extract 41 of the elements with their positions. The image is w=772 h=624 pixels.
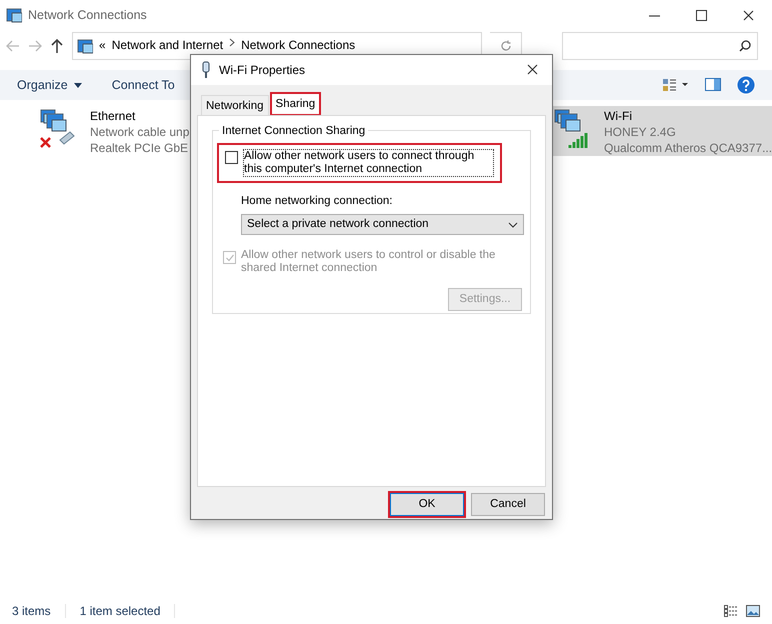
view-options-icon[interactable] [663, 78, 689, 92]
item-count: 3 items [12, 603, 51, 620]
refresh-icon [500, 40, 512, 52]
wifi-properties-icon [201, 61, 211, 79]
breadcrumb-overflow[interactable]: « [99, 38, 106, 52]
tab[interactable]: Networking [201, 95, 269, 115]
dialog-title: Wi-Fi Properties [219, 62, 306, 79]
breadcrumb[interactable]: Network and Internet [112, 38, 224, 52]
toolbar-button[interactable]: Organize [17, 76, 82, 94]
connection-status: HONEY 2.4G [604, 124, 677, 140]
network-folder-icon [6, 7, 22, 23]
field-label: Home networking connection: [241, 195, 392, 207]
network-folder-icon [77, 38, 93, 54]
selection-count: 1 item selected [80, 603, 160, 620]
ok-button[interactable]: OK [390, 493, 464, 516]
checkbox[interactable] [225, 151, 238, 164]
search-field[interactable] [562, 32, 758, 60]
connection-status: Network cable unp [90, 124, 190, 140]
connection-device: Realtek PCIe GbE [90, 140, 190, 156]
up-arrow-icon[interactable] [50, 38, 64, 54]
connection-item[interactable]: Wi-Fi HONEY 2.4G Qualcomm Atheros QCA9377... [550, 106, 772, 156]
connection-device: Qualcomm Atheros QCA9377... [604, 140, 772, 156]
chevron-icon [229, 38, 236, 47]
details-view-icon[interactable] [724, 605, 738, 617]
large-icons-view-icon[interactable] [746, 605, 760, 617]
breadcrumb[interactable]: Network Connections [241, 38, 356, 52]
tab[interactable]: Sharing [270, 93, 320, 115]
close-icon[interactable] [526, 64, 538, 76]
preview-pane-icon[interactable] [705, 78, 721, 92]
close-icon[interactable] [743, 10, 754, 20]
cancel-button[interactable]: Cancel [471, 493, 545, 516]
help-icon[interactable] [737, 76, 755, 94]
checkbox-label[interactable]: Allow other network users to connect through this computer's Internet connection [243, 149, 494, 177]
maximize-icon[interactable] [696, 10, 707, 20]
search-icon [739, 40, 751, 52]
connection-name: Wi-Fi [604, 108, 633, 124]
window-title: Network Connections [28, 6, 147, 24]
chevron-down-icon [508, 222, 518, 228]
toolbar-button[interactable]: Connect To [112, 76, 175, 94]
dropdown-field[interactable]: Select a private network connection [241, 214, 524, 236]
connection-name: Ethernet [90, 108, 136, 124]
